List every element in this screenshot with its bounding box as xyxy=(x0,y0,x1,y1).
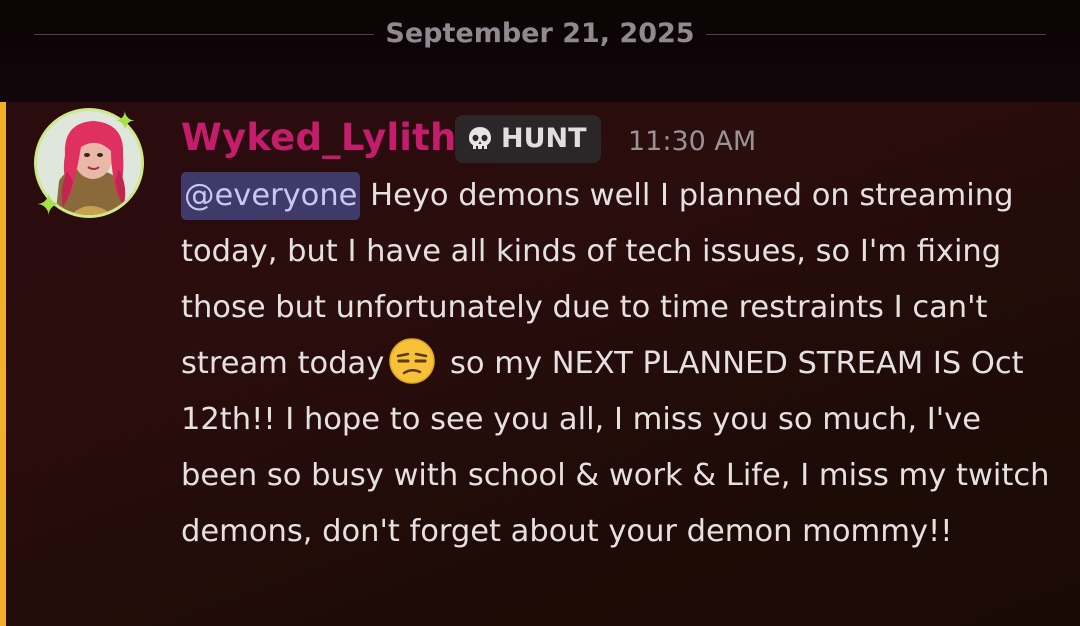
role-badge-label: HUNT xyxy=(501,123,587,154)
sparkle-icon: ✦ xyxy=(36,188,62,223)
sparkle-icon: ✦ xyxy=(114,107,136,137)
everyone-mention[interactable]: @everyone xyxy=(181,172,361,220)
divider-line-left xyxy=(34,34,374,35)
mention-highlight-bar xyxy=(0,102,6,626)
role-badge[interactable]: HUNT xyxy=(455,115,601,163)
divider-line-right xyxy=(706,34,1046,35)
date-divider: September 21, 2025 xyxy=(0,0,1080,70)
message-username[interactable]: Wyked_Lylith xyxy=(181,112,457,164)
message-timestamp[interactable]: 11:30 AM xyxy=(628,124,756,160)
message-content: @everyone Heyo demons well I planned on … xyxy=(181,168,1061,560)
skull-icon xyxy=(469,127,491,149)
unamused-face-emoji[interactable] xyxy=(388,337,436,385)
avatar[interactable]: ✦ ✦ xyxy=(32,106,150,224)
divider-date: September 21, 2025 xyxy=(385,18,695,49)
